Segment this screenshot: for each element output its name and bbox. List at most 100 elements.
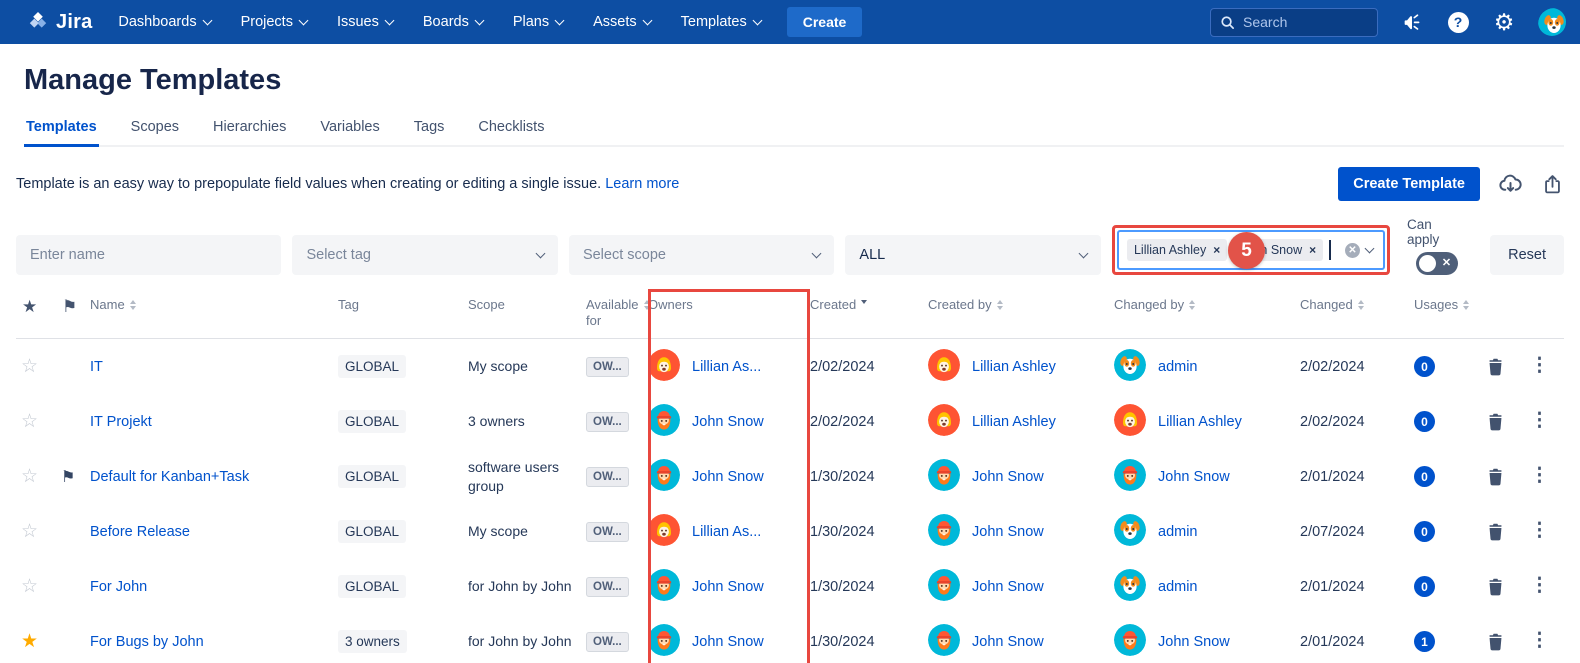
changed-by-link[interactable]: admin [1158, 359, 1198, 375]
available-for-badge[interactable]: OW... [586, 632, 629, 652]
nav-item-plans[interactable]: Plans [513, 14, 563, 30]
star-header-icon[interactable]: ★ [16, 297, 56, 317]
sort-icon[interactable] [997, 300, 1003, 313]
created-by-link[interactable]: John Snow [972, 524, 1044, 540]
sort-icon[interactable] [1189, 300, 1195, 313]
search-box[interactable] [1210, 8, 1378, 37]
available-for-badge[interactable]: OW... [586, 577, 629, 597]
changed-by-link[interactable]: John Snow [1158, 634, 1230, 650]
can-apply-toggle[interactable]: ✕ [1416, 252, 1458, 275]
tab-tags[interactable]: Tags [412, 113, 447, 147]
nav-item-templates[interactable]: Templates [681, 14, 761, 30]
learn-more-link[interactable]: Learn more [605, 176, 679, 192]
remove-chip-icon[interactable]: × [1213, 243, 1220, 257]
usages-badge[interactable]: 0 [1414, 411, 1435, 432]
owner-link[interactable]: Lillian As... [692, 359, 761, 375]
create-template-button[interactable]: Create Template [1338, 167, 1480, 201]
changed-by-link[interactable]: Lillian Ashley [1158, 414, 1242, 430]
column-header-created[interactable]: Created [810, 297, 928, 313]
filter-scope-select[interactable]: Select scope [569, 235, 834, 275]
filter-tag-select[interactable]: Select tag [292, 235, 557, 275]
jira-logo[interactable]: Jira [26, 10, 92, 34]
delete-trash-icon[interactable] [1486, 357, 1530, 376]
delete-trash-icon[interactable] [1486, 522, 1530, 541]
favorite-star-icon[interactable]: ★ [16, 630, 56, 653]
user-avatar[interactable] [1538, 8, 1566, 36]
tab-variables[interactable]: Variables [318, 113, 381, 147]
template-name-link[interactable]: For Bugs by John [90, 634, 338, 650]
owner-chip[interactable]: Lillian Ashley× [1127, 239, 1227, 261]
template-name-link[interactable]: IT Projekt [90, 414, 338, 430]
owner-link[interactable]: John Snow [692, 414, 764, 430]
template-name-link[interactable]: For John [90, 579, 338, 595]
more-actions-kebab-icon[interactable]: ⋮ [1530, 526, 1564, 536]
delete-trash-icon[interactable] [1486, 467, 1530, 486]
favorite-star-icon[interactable]: ☆ [16, 410, 56, 433]
created-by-link[interactable]: Lillian Ashley [972, 414, 1056, 430]
changed-by-link[interactable]: admin [1158, 579, 1198, 595]
tab-scopes[interactable]: Scopes [129, 113, 181, 147]
available-for-badge[interactable]: OW... [586, 467, 629, 487]
delete-trash-icon[interactable] [1486, 412, 1530, 431]
column-header-available-for[interactable]: Available for [586, 297, 648, 330]
created-by-link[interactable]: John Snow [972, 469, 1044, 485]
settings-gear-icon[interactable]: ⚙︎ [1492, 10, 1516, 34]
template-name-link[interactable]: Before Release [90, 524, 338, 540]
import-cloud-icon[interactable] [1498, 172, 1523, 197]
sort-icon[interactable] [1463, 300, 1469, 313]
column-header-usages[interactable]: Usages [1414, 297, 1486, 313]
nav-item-boards[interactable]: Boards [423, 14, 483, 30]
created-by-link[interactable]: John Snow [972, 634, 1044, 650]
sort-icon[interactable] [130, 300, 136, 313]
delete-trash-icon[interactable] [1486, 632, 1530, 651]
usages-badge[interactable]: 1 [1414, 631, 1435, 652]
available-for-badge[interactable]: OW... [586, 357, 629, 377]
flag-header-icon[interactable]: ⚑ [56, 297, 90, 317]
clear-owners-icon[interactable]: ✕ [1345, 243, 1360, 258]
available-for-badge[interactable]: OW... [586, 522, 629, 542]
tab-templates[interactable]: Templates [24, 113, 99, 147]
help-icon[interactable]: ? [1446, 10, 1470, 34]
nav-item-projects[interactable]: Projects [241, 14, 307, 30]
create-button[interactable]: Create [787, 7, 863, 37]
owner-link[interactable]: John Snow [692, 469, 764, 485]
more-actions-kebab-icon[interactable]: ⋮ [1530, 416, 1564, 426]
delete-trash-icon[interactable] [1486, 577, 1530, 596]
favorite-star-icon[interactable]: ☆ [16, 465, 56, 488]
column-header-changed-by[interactable]: Changed by [1114, 297, 1300, 313]
sort-icon[interactable] [1358, 300, 1364, 313]
chevron-down-icon[interactable] [1365, 243, 1375, 253]
favorite-star-icon[interactable]: ☆ [16, 355, 56, 378]
reset-button[interactable]: Reset [1490, 235, 1564, 275]
flag-icon[interactable]: ⚑ [56, 467, 90, 487]
tab-checklists[interactable]: Checklists [476, 113, 546, 147]
more-actions-kebab-icon[interactable]: ⋮ [1530, 581, 1564, 591]
more-actions-kebab-icon[interactable]: ⋮ [1530, 636, 1564, 646]
column-header-name[interactable]: Name [90, 297, 338, 313]
usages-badge[interactable]: 0 [1414, 521, 1435, 542]
owner-link[interactable]: Lillian As... [692, 524, 761, 540]
nav-item-issues[interactable]: Issues [337, 14, 393, 30]
export-share-icon[interactable] [1541, 173, 1564, 196]
nav-item-dashboards[interactable]: Dashboards [118, 14, 210, 30]
usages-badge[interactable]: 0 [1414, 576, 1435, 597]
created-by-link[interactable]: John Snow [972, 579, 1044, 595]
filter-type-select[interactable]: ALL [845, 235, 1101, 275]
created-by-link[interactable]: Lillian Ashley [972, 359, 1056, 375]
remove-chip-icon[interactable]: × [1309, 243, 1316, 257]
tab-hierarchies[interactable]: Hierarchies [211, 113, 288, 147]
more-actions-kebab-icon[interactable]: ⋮ [1530, 361, 1564, 371]
filter-name-input[interactable] [16, 235, 281, 275]
search-input[interactable] [1243, 14, 1353, 30]
favorite-star-icon[interactable]: ☆ [16, 520, 56, 543]
usages-badge[interactable]: 0 [1414, 466, 1435, 487]
announcements-icon[interactable] [1400, 10, 1424, 34]
column-header-created-by[interactable]: Created by [928, 297, 1114, 313]
template-name-link[interactable]: IT [90, 359, 338, 375]
column-header-changed[interactable]: Changed [1300, 297, 1414, 313]
owner-link[interactable]: John Snow [692, 634, 764, 650]
owner-link[interactable]: John Snow [692, 579, 764, 595]
sort-desc-icon[interactable] [861, 300, 867, 313]
usages-badge[interactable]: 0 [1414, 356, 1435, 377]
available-for-badge[interactable]: OW... [586, 412, 629, 432]
